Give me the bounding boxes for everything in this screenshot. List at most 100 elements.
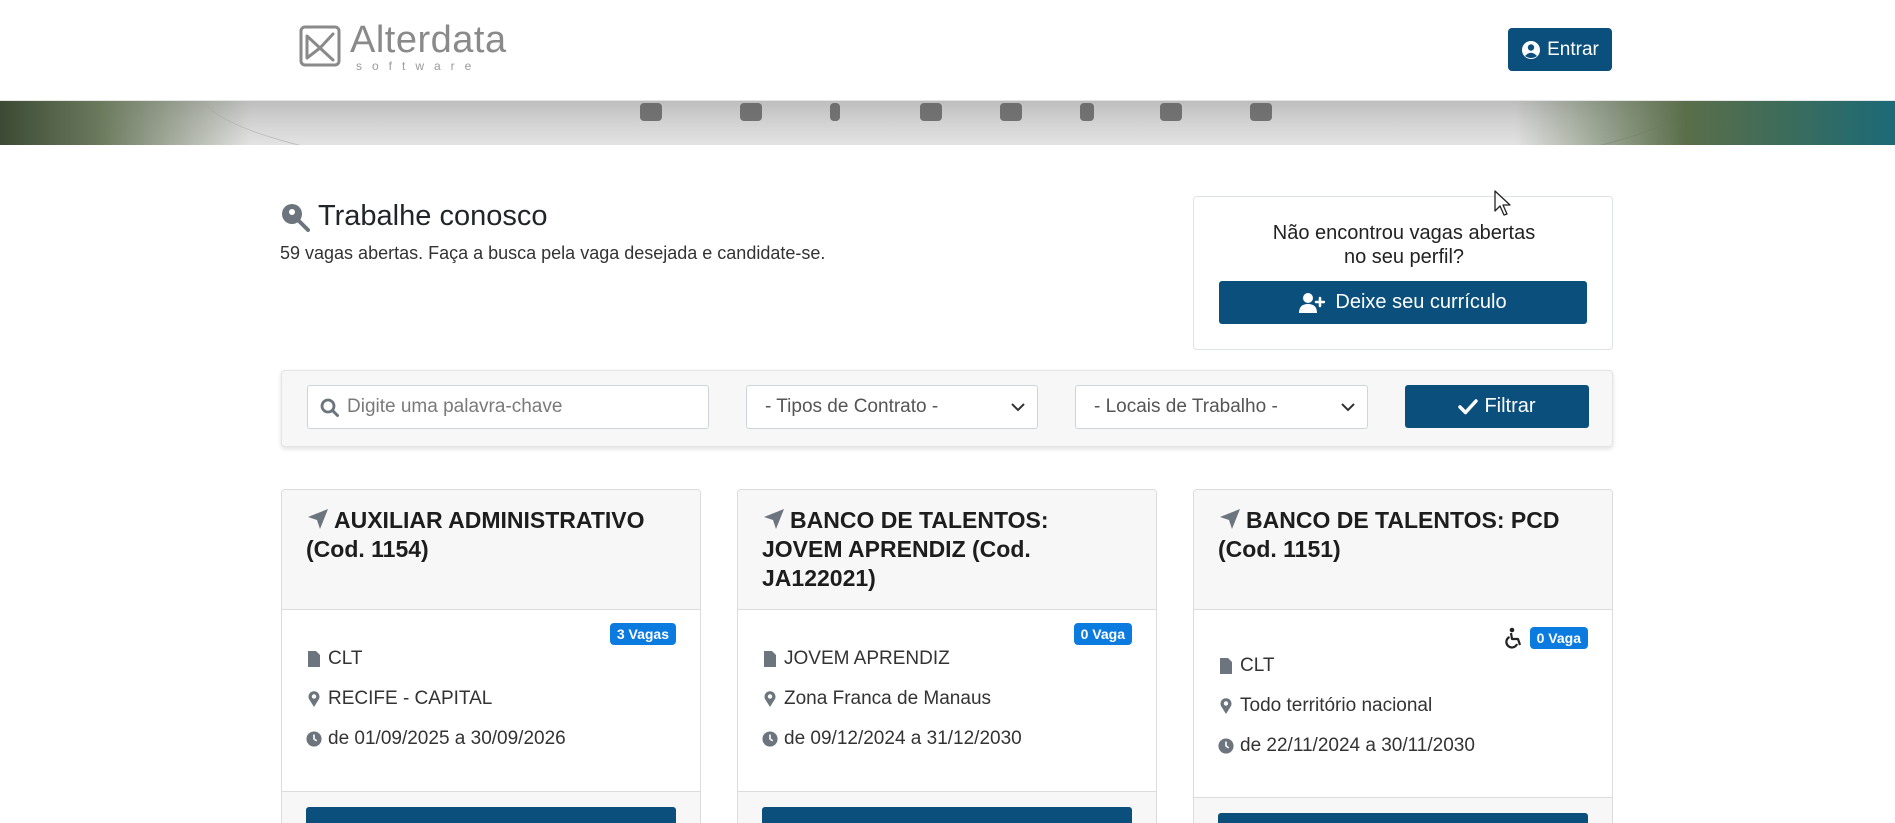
job-title[interactable]: BANCO DE TALENTOS: JOVEM APRENDIZ (Cod. … [762, 506, 1132, 593]
file-icon [764, 651, 776, 667]
job-contract: CLT [1218, 655, 1274, 677]
apply-button[interactable] [1218, 813, 1588, 823]
job-card-header: AUXILIAR ADMINISTRATIVO (Cod. 1154) [282, 490, 700, 610]
job-period: de 01/09/2025 a 30/09/2026 [306, 728, 566, 750]
banner-letter [1250, 103, 1272, 121]
search-location-icon [282, 203, 310, 232]
job-card-footer [738, 791, 1156, 823]
job-contract-text: JOVEM APRENDIZ [784, 648, 950, 669]
page-title-text: Trabalhe conosco [318, 200, 548, 232]
vacancy-badge: 0 Vaga [1073, 623, 1132, 645]
check-icon [1458, 398, 1479, 414]
apply-button[interactable] [306, 807, 676, 823]
job-contract: JOVEM APRENDIZ [762, 648, 950, 670]
site-header: Alterdata software Entrar [0, 0, 1895, 101]
banner-letter [1080, 103, 1094, 121]
user-circle-icon [1522, 40, 1541, 59]
filter-label: Filtrar [1484, 395, 1536, 417]
search-icon [320, 398, 339, 417]
alterdata-logo-icon [299, 25, 341, 67]
banner-curve [200, 101, 1700, 145]
job-card-body: 3 Vagas CLT RECIFE - CAPITAL de 01/09/20… [282, 610, 700, 790]
location-arrow-icon [308, 509, 328, 529]
job-card-header: BANCO DE TALENTOS: PCD (Cod. 1151) [1194, 490, 1612, 610]
banner-letter [640, 103, 662, 121]
chevron-down-icon [1011, 403, 1025, 412]
filter-button[interactable]: Filtrar [1405, 385, 1589, 428]
cv-card: Não encontrou vagas abertas no seu perfi… [1193, 196, 1613, 350]
search-field[interactable] [307, 385, 709, 429]
clock-icon [762, 731, 778, 747]
job-period: de 22/11/2024 a 30/11/2030 [1218, 735, 1475, 757]
hero-banner [0, 101, 1895, 145]
map-marker-icon [308, 691, 320, 707]
vacancy-badge-row: 0 Vaga [1504, 627, 1588, 649]
file-icon [308, 651, 320, 667]
job-title-text: BANCO DE TALENTOS: JOVEM APRENDIZ (Cod. … [762, 507, 1049, 591]
clock-icon [306, 731, 322, 747]
vacancy-badge-row: 3 Vagas [609, 623, 676, 645]
vacancy-badge: 0 Vaga [1529, 627, 1588, 649]
filter-bar: - Tipos de Contrato - - Locais de Trabal… [281, 370, 1613, 447]
banner-letter [830, 103, 840, 121]
file-icon [1220, 658, 1232, 674]
login-button[interactable]: Entrar [1508, 28, 1612, 71]
vacancy-badge: 3 Vagas [609, 623, 676, 645]
job-contract-text: CLT [1240, 655, 1275, 676]
page-title: Trabalhe conosco [280, 200, 547, 233]
job-title[interactable]: AUXILIAR ADMINISTRATIVO (Cod. 1154) [306, 506, 676, 564]
submit-resume-button[interactable]: Deixe seu currículo [1219, 281, 1587, 324]
job-location-text: Todo território nacional [1240, 695, 1433, 716]
logo-subtitle: software [356, 58, 482, 73]
job-card-header: BANCO DE TALENTOS: JOVEM APRENDIZ (Cod. … [738, 490, 1156, 610]
job-card[interactable]: AUXILIAR ADMINISTRATIVO (Cod. 1154) 3 Va… [281, 489, 701, 823]
cv-card-line1: Não encontrou vagas abertas [1272, 222, 1536, 244]
banner-letter [1000, 103, 1022, 121]
job-card[interactable]: BANCO DE TALENTOS: JOVEM APRENDIZ (Cod. … [737, 489, 1157, 823]
work-location-select[interactable]: - Locais de Trabalho - [1075, 385, 1368, 429]
submit-resume-label: Deixe seu currículo [1335, 291, 1507, 313]
map-marker-icon [764, 691, 776, 707]
login-label: Entrar [1547, 38, 1599, 60]
location-arrow-icon [1220, 509, 1240, 529]
banner-letter [1160, 103, 1182, 121]
contract-type-select[interactable]: - Tipos de Contrato - [746, 385, 1038, 429]
job-card-body: 0 Vaga CLT Todo território nacional de 2… [1194, 610, 1612, 790]
job-period-text: de 01/09/2025 a 30/09/2026 [328, 728, 566, 749]
banner-trees-right [1515, 101, 1895, 145]
user-plus-icon [1299, 292, 1326, 313]
alterdata-logo[interactable]: Alterdata software [298, 18, 507, 73]
job-period-text: de 22/11/2024 a 30/11/2030 [1240, 735, 1475, 756]
logo-name: Alterdata [350, 18, 507, 61]
cv-card-text: Não encontrou vagas abertas no seu perfi… [1194, 221, 1614, 269]
job-card-footer [282, 791, 700, 823]
job-period-text: de 09/12/2024 a 31/12/2030 [784, 728, 1022, 749]
job-card-footer [1194, 797, 1612, 823]
cv-card-line2: no seu perfil? [1343, 246, 1465, 268]
job-location-text: RECIFE - CAPITAL [328, 688, 493, 709]
page-subtitle: 59 vagas abertas. Faça a busca pela vaga… [280, 243, 826, 263]
mouse-cursor-icon [1494, 190, 1511, 216]
job-location: RECIFE - CAPITAL [306, 688, 492, 710]
contract-type-value: - Tipos de Contrato - [765, 396, 939, 417]
work-location-value: - Locais de Trabalho - [1094, 396, 1278, 417]
wheelchair-icon [1504, 627, 1521, 649]
clock-icon [1218, 738, 1234, 754]
apply-button[interactable] [762, 807, 1132, 823]
job-period: de 09/12/2024 a 31/12/2030 [762, 728, 1022, 750]
vacancy-badge-row: 0 Vaga [1073, 623, 1132, 645]
job-location: Zona Franca de Manaus [762, 688, 991, 710]
chevron-down-icon [1341, 403, 1355, 412]
banner-letter [740, 103, 762, 121]
banner-letter [920, 103, 942, 121]
job-title[interactable]: BANCO DE TALENTOS: PCD (Cod. 1151) [1218, 506, 1588, 564]
job-location: Todo território nacional [1218, 695, 1432, 717]
job-contract: CLT [306, 648, 362, 670]
job-contract-text: CLT [328, 648, 363, 669]
location-arrow-icon [764, 509, 784, 529]
search-input[interactable] [347, 396, 687, 418]
job-title-text: BANCO DE TALENTOS: PCD (Cod. 1151) [1218, 507, 1560, 562]
job-card[interactable]: BANCO DE TALENTOS: PCD (Cod. 1151) 0 Vag… [1193, 489, 1613, 823]
job-card-body: 0 Vaga JOVEM APRENDIZ Zona Franca de Man… [738, 610, 1156, 790]
job-title-text: AUXILIAR ADMINISTRATIVO (Cod. 1154) [306, 507, 645, 562]
